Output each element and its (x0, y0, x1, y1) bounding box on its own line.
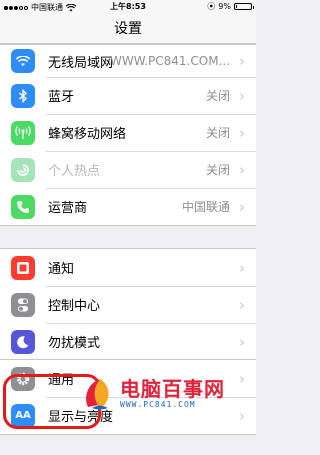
settings-row-label: 无线局域网 (48, 55, 114, 71)
bluetooth-icon (11, 83, 35, 108)
navigation-bar: 设置 (0, 14, 256, 44)
chevron-right-icon: › (239, 52, 245, 70)
chevron-right-icon: › (239, 160, 245, 179)
settings-row-label: 勿扰模式 (48, 336, 101, 351)
battery-icon (234, 3, 254, 10)
phone-icon (11, 194, 35, 219)
settings-row-hotspot[interactable]: 个人热点 关闭 › (0, 151, 256, 188)
antenna-icon (11, 120, 35, 145)
status-right: ⦿ 9% (207, 1, 254, 12)
watermark-text: 电脑百事网 WWW.PC841.COM (120, 378, 225, 409)
settings-row-value: 关闭 (205, 126, 230, 140)
settings-row-value: 关闭 (205, 89, 230, 103)
settings-row-notifications[interactable]: 通知 › (0, 249, 256, 286)
chevron-right-icon: › (239, 295, 245, 314)
watermark-main: 电脑百事网 (120, 376, 225, 401)
settings-row-bluetooth[interactable]: 蓝牙 关闭 › (0, 77, 256, 114)
settings-row-value: 中国联通 (181, 200, 230, 214)
watermark-logo-icon (80, 375, 116, 411)
watermark: 电脑百事网 WWW.PC841.COM (80, 372, 256, 414)
chevron-right-icon: › (239, 123, 245, 142)
watermark-sub: WWW.PC841.COM (120, 399, 196, 409)
moon-icon (11, 329, 35, 354)
settings-group-connectivity: 无线局域网 WWW.PC841.COM... › 蓝牙 关闭 › 蜂窝移动网络 … (0, 44, 256, 226)
link-icon (11, 157, 35, 182)
settings-row-label: 蓝牙 (48, 90, 75, 105)
settings-row-value: 关闭 (205, 163, 230, 177)
settings-row-value: WWW.PC841.COM... (110, 54, 230, 68)
settings-row-wlan[interactable]: 无线局域网 WWW.PC841.COM... › (0, 45, 256, 77)
settings-row-dnd[interactable]: 勿扰模式 › (0, 323, 256, 360)
settings-group-notifications: 通知 › 控制中心 › 勿扰模式 › (0, 248, 256, 361)
settings-row-label: 个人热点 (48, 164, 101, 179)
chevron-right-icon: › (239, 197, 245, 216)
chevron-right-icon: › (239, 86, 245, 105)
settings-row-label: 蜂窝移动网络 (48, 127, 127, 142)
settings-row-control-center[interactable]: 控制中心 › (0, 286, 256, 323)
settings-row-label: 运营商 (48, 201, 88, 216)
status-bar: 中国联通 上午8:53 ⦿ 9% (0, 0, 256, 14)
settings-row-label: 控制中心 (48, 299, 101, 314)
settings-row-carrier[interactable]: 运营商 中国联通 › (0, 188, 256, 225)
page-title: 设置 (114, 21, 142, 37)
notification-icon (11, 255, 35, 280)
toggles-icon (11, 292, 35, 317)
chevron-right-icon: › (239, 258, 245, 277)
chevron-right-icon: › (239, 332, 245, 351)
settings-row-cellular[interactable]: 蜂窝移动网络 关闭 › (0, 114, 256, 151)
settings-row-label: 通知 (48, 262, 75, 277)
rotation-lock-icon: ⦿ (207, 2, 216, 11)
wifi-icon (11, 49, 35, 73)
battery-percent: 9% (218, 2, 231, 11)
